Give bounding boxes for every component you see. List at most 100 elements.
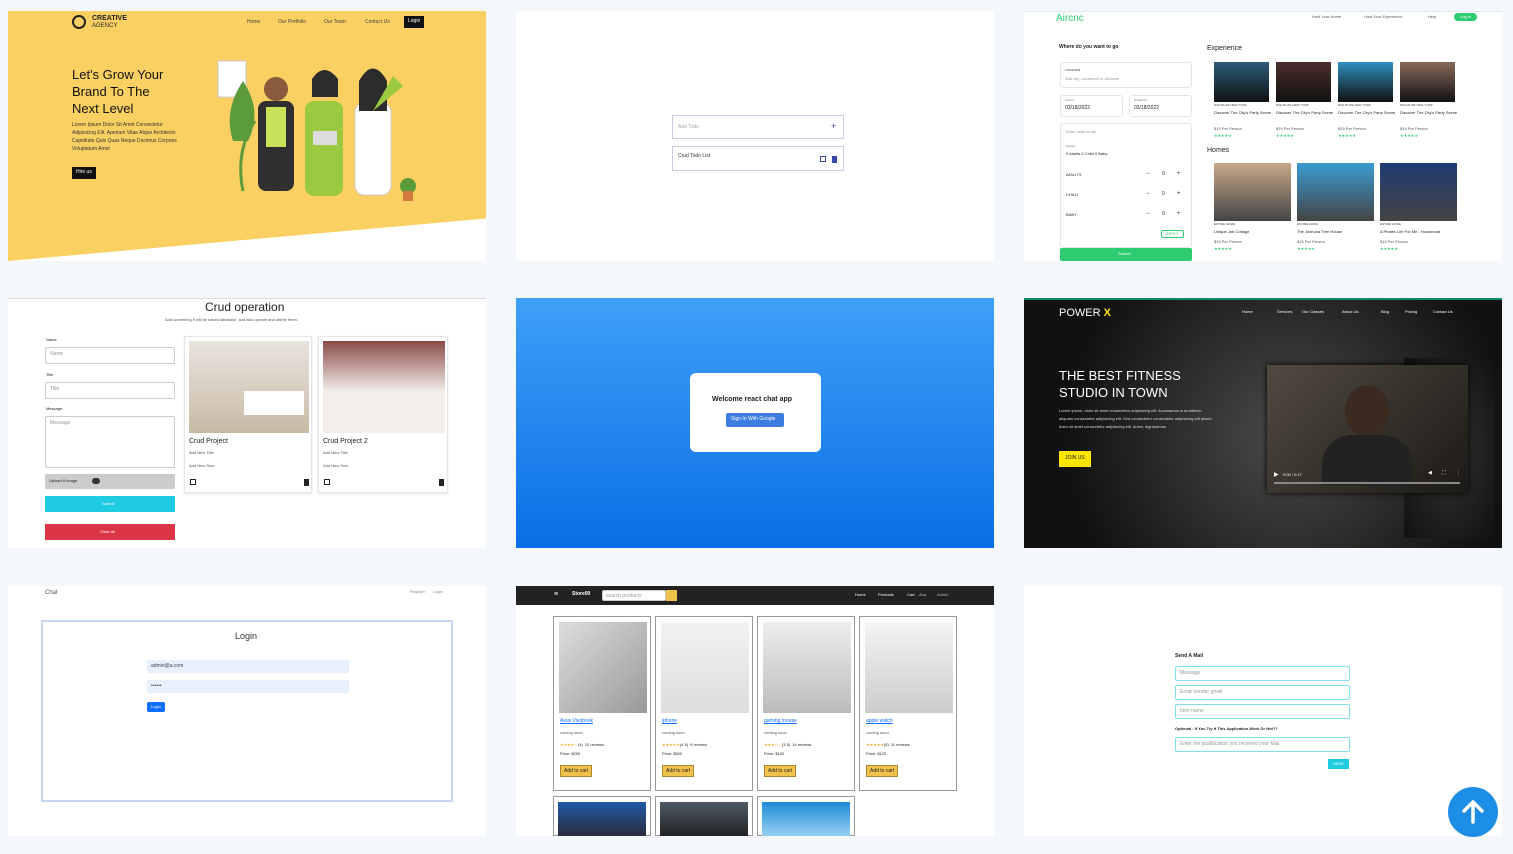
child-minus-icon[interactable]: −: [1146, 191, 1150, 198]
arrival-field[interactable]: Arrival 03/18/2022: [1060, 95, 1123, 117]
nav-products[interactable]: Products: [878, 592, 894, 597]
email-field[interactable]: Enter valid email: [1066, 129, 1096, 134]
project-card-creative-agency[interactable]: CREATIVE AGENCY Home Our Portfolio Our T…: [8, 11, 486, 261]
experience-image[interactable]: [1400, 62, 1455, 102]
trash-icon[interactable]: [304, 479, 309, 486]
product-card[interactable]: apple watch coming soon ★★★★★(5) 11 reviews…: [859, 616, 957, 791]
feedback-input[interactable]: Enter the qualification you received you…: [1175, 737, 1350, 752]
product-card[interactable]: [655, 796, 753, 836]
login-button[interactable]: Login: [404, 16, 425, 28]
scroll-to-top-button[interactable]: [1448, 787, 1498, 837]
search-icon[interactable]: [666, 590, 677, 601]
product-name-link[interactable]: iphone: [662, 718, 677, 725]
project-card-power-x[interactable]: POWER X THE BEST FITNESS STUDIO IN TOWN …: [1024, 298, 1502, 548]
home-image[interactable]: [1380, 163, 1457, 221]
menu-icon[interactable]: ≡: [554, 591, 558, 599]
edit-icon[interactable]: [820, 156, 826, 162]
nav-contact[interactable]: Contact Us: [365, 19, 390, 26]
nav-item[interactable]: About Us: [1342, 309, 1358, 314]
name-input[interactable]: Name: [45, 347, 175, 364]
adults-plus-icon[interactable]: +: [1177, 171, 1181, 178]
password-input[interactable]: ••••••: [147, 680, 349, 693]
video-progress[interactable]: [1274, 482, 1460, 484]
message-textarea[interactable]: Message: [45, 416, 175, 468]
nav-home[interactable]: Home: [247, 19, 260, 26]
login-button[interactable]: Log in: [1454, 13, 1477, 22]
search-input[interactable]: search products: [602, 590, 666, 601]
admin-dropdown[interactable]: Admin: [937, 592, 948, 597]
home-image[interactable]: [1297, 163, 1374, 221]
brand-logo[interactable]: POWER X: [1059, 307, 1111, 319]
add-to-cart-button[interactable]: Add to cart: [764, 765, 797, 777]
product-name-link[interactable]: apple watch: [866, 718, 893, 725]
submit-button[interactable]: Submit: [45, 496, 175, 512]
experience-image[interactable]: [1276, 62, 1331, 102]
product-card[interactable]: gaming mouse coming soon ★★★☆☆(3.5) 14 revi…: [757, 616, 855, 791]
nav-item[interactable]: Services: [1277, 309, 1292, 314]
item-name-input[interactable]: Item name: [1175, 704, 1350, 719]
product-card[interactable]: [553, 796, 651, 836]
project-card-chat-login[interactable]: Chat Register Login Login admin@a.com ••…: [8, 586, 486, 836]
login-button[interactable]: Login: [147, 702, 165, 713]
product-card[interactable]: [757, 796, 855, 836]
add-to-cart-button[interactable]: Add to cart: [662, 765, 695, 777]
join-us-button[interactable]: JOIN US: [1059, 451, 1091, 467]
brand-text[interactable]: Store00: [572, 591, 590, 598]
brand-text[interactable]: Chat: [45, 590, 58, 597]
add-to-cart-button[interactable]: Add to cart: [866, 765, 899, 777]
promo-video[interactable]: ▶ 0:00 / 0:17 ◀ ⛶ ⋮: [1267, 365, 1468, 493]
project-card-send-mail[interactable]: Send A Mail Message Email sender gmail I…: [1024, 586, 1502, 836]
project-card-store[interactable]: ≡ Store00 search products Home Products …: [516, 586, 994, 836]
nav-item[interactable]: Our Classes: [1302, 309, 1324, 314]
nav-home[interactable]: Home: [855, 592, 866, 597]
user-dropdown[interactable]: Ana: [919, 592, 926, 597]
add-todo-icon[interactable]: +: [831, 121, 836, 132]
baby-minus-icon[interactable]: −: [1146, 211, 1150, 218]
nav-host-experience[interactable]: Host Your Experience: [1364, 14, 1402, 19]
project-card-aircnc[interactable]: Aircnc Host Your Home Host Your Experien…: [1024, 11, 1502, 261]
edit-icon[interactable]: [324, 479, 330, 485]
nav-host-home[interactable]: Host Your Home: [1312, 14, 1341, 19]
todo-input[interactable]: Add Todo +: [672, 115, 844, 139]
email-input[interactable]: admin@a.com: [147, 660, 349, 673]
nav-item[interactable]: Home: [1242, 309, 1253, 314]
project-card-todo[interactable]: Add Todo + Crud Todo List: [516, 11, 994, 261]
send-button[interactable]: SEND: [1328, 759, 1350, 770]
product-name-link[interactable]: gaming mouse: [764, 718, 797, 725]
product-name-link[interactable]: Asus Vivobook: [560, 718, 593, 725]
child-plus-icon[interactable]: +: [1177, 191, 1181, 198]
departure-field[interactable]: Departure 03/18/2022: [1129, 95, 1192, 117]
message-input[interactable]: Message: [1175, 666, 1350, 681]
product-card[interactable]: Asus Vivobook coming soon ★★★★☆(4) 12 revie…: [553, 616, 651, 791]
fullscreen-icon[interactable]: ⛶: [1442, 470, 1446, 477]
more-options-icon[interactable]: ⋮: [1456, 470, 1461, 477]
baby-plus-icon[interactable]: +: [1177, 211, 1181, 218]
hire-us-button[interactable]: Hire us: [72, 167, 96, 179]
edit-icon[interactable]: [190, 479, 196, 485]
trash-icon[interactable]: [439, 479, 444, 486]
location-field[interactable]: LOCATION Add city, Landmark or Address: [1060, 62, 1192, 88]
project-card-crud[interactable]: Crud operation Add something it will be …: [8, 298, 486, 548]
volume-icon[interactable]: ◀: [1428, 470, 1432, 477]
adults-minus-icon[interactable]: −: [1146, 171, 1150, 178]
search-button[interactable]: Search: [1060, 248, 1192, 261]
register-link[interactable]: Register: [410, 589, 425, 594]
nav-item[interactable]: Blog: [1381, 309, 1389, 314]
upload-image-button[interactable]: Upload A Image: [45, 474, 175, 489]
apply-button[interactable]: APPLY: [1161, 230, 1184, 239]
project-card-chat-app[interactable]: Welcome react chat app Sign In With Goog…: [516, 298, 994, 548]
title-input[interactable]: Title: [45, 382, 175, 399]
play-icon[interactable]: ▶: [1274, 472, 1279, 479]
nav-item[interactable]: Contact Us: [1433, 309, 1453, 314]
nav-portfolio[interactable]: Our Portfolio: [278, 19, 306, 26]
add-to-cart-button[interactable]: Add to cart: [560, 765, 593, 777]
experience-image[interactable]: [1214, 62, 1269, 102]
nav-item[interactable]: Pricing: [1405, 309, 1417, 314]
nav-team[interactable]: Our Team: [324, 19, 346, 26]
home-image[interactable]: [1214, 163, 1291, 221]
experience-image[interactable]: [1338, 62, 1393, 102]
nav-help[interactable]: Help: [1428, 14, 1436, 19]
brand-logo[interactable]: Aircnc: [1056, 13, 1084, 24]
google-signin-button[interactable]: Sign In With Google: [726, 413, 784, 427]
trash-icon[interactable]: [832, 156, 837, 163]
